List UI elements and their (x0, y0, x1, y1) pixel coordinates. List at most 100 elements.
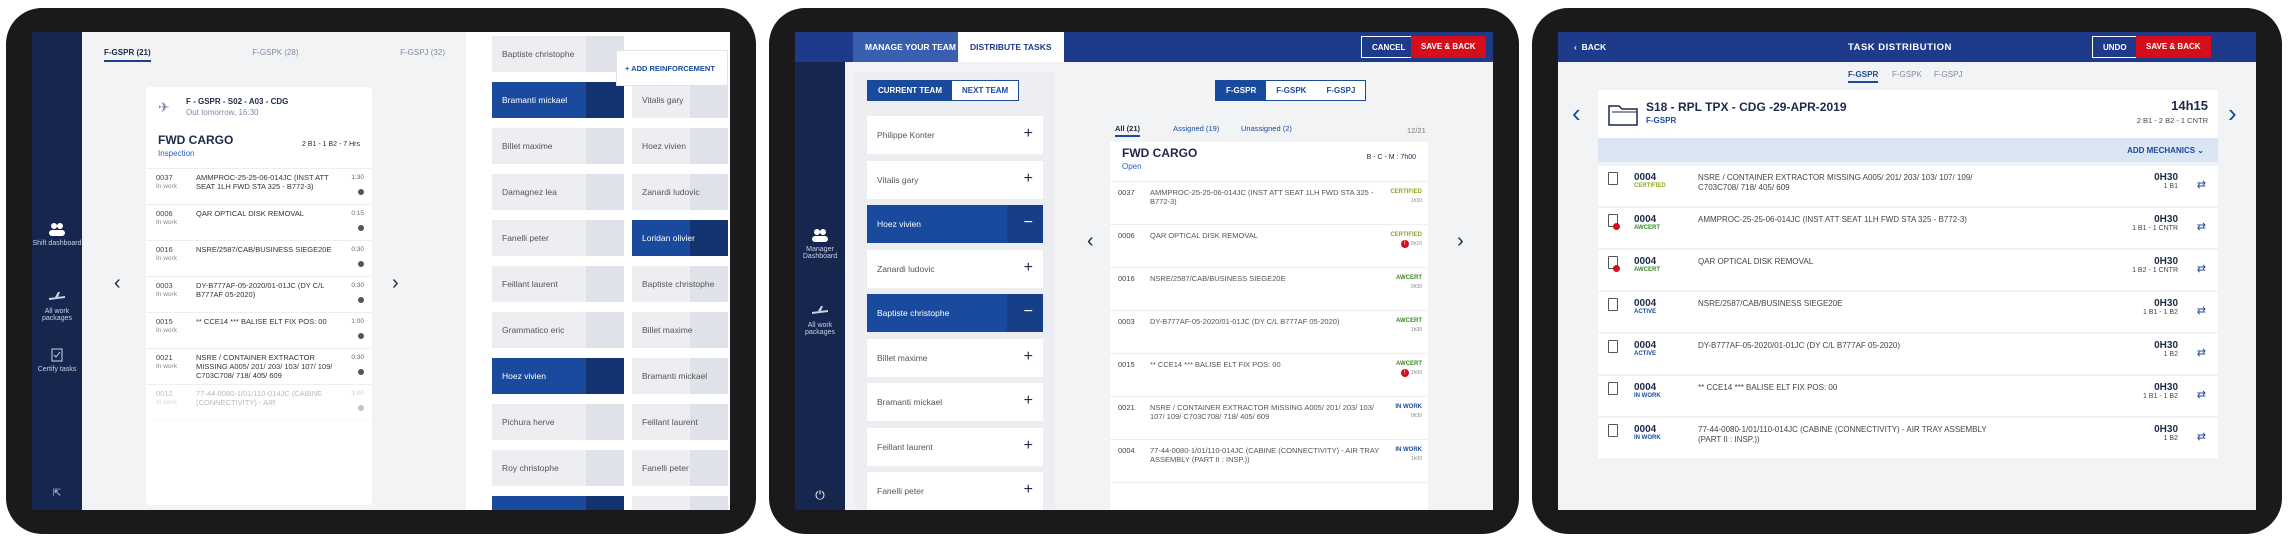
task-row[interactable]: 0037 AMMPROC-25-25-06-014JC (INST ATT SEA… (1110, 182, 1428, 225)
next-arrow-icon[interactable]: › (392, 272, 399, 295)
mechanic-card[interactable]: Grammatico eric (492, 312, 624, 348)
mechanic-card[interactable]: Roy christophe (492, 450, 624, 486)
team-member-row[interactable]: Zanardi ludovic + (867, 249, 1043, 288)
mechanic-card[interactable]: Loridan olivier (632, 220, 728, 256)
prev-arrow-icon[interactable]: ‹ (1572, 98, 1581, 129)
task-row[interactable]: 0015 In work ** CCE14 *** BALISE ELT FIX P… (146, 313, 372, 349)
plus-icon[interactable]: + (1024, 348, 1033, 366)
team-member-row[interactable]: Bramanti mickael + (867, 383, 1043, 421)
task-row[interactable]: 0003 DY-B777AF-05-2020/01-01JC (DY C/L B7… (1110, 311, 1428, 354)
mechanic-card[interactable]: Baptiste christophe (632, 266, 728, 302)
swap-icon[interactable]: ⇄ (2197, 388, 2206, 401)
add-reinforcement-button[interactable]: + ADD REINFORCEMENT (616, 50, 728, 86)
plus-icon[interactable]: + (1024, 170, 1033, 188)
back-button[interactable]: ‹ BACK (1574, 42, 1606, 52)
save-back-button[interactable]: SAVE & BACK (2136, 36, 2211, 58)
tab-distribute-tasks[interactable]: DISTRIBUTE TASKS (958, 32, 1064, 62)
aircraft-f-gspk[interactable]: F-GSPK (1266, 81, 1317, 100)
mechanic-card[interactable]: Bramanti mickael (632, 358, 728, 394)
certify-nav[interactable]: Certify tasks (32, 348, 82, 373)
task-row[interactable]: 0021 In work NSRE / CONTAINER EXTRACTOR MI… (146, 349, 372, 385)
task-row[interactable]: 0012 In work 77-44-0080-1/01/110-014JC (CA… (146, 385, 372, 421)
cancel-button[interactable]: CANCEL (1361, 36, 1417, 58)
task-row[interactable]: 0016 In work NSRE/2587/CAB/BUSINESS SIEGE2… (146, 241, 372, 277)
mechanic-card[interactable]: Feillant laurent (492, 266, 624, 302)
task-row[interactable]: 0004 AWCERT AMMPROC-25-25-06-014JC (INST A… (1598, 208, 2218, 248)
mechanic-card[interactable]: Damagnez lea (492, 174, 624, 210)
info-icon[interactable] (358, 225, 364, 231)
minus-icon[interactable]: − (1024, 303, 1033, 321)
info-icon[interactable] (358, 261, 364, 267)
task-row[interactable]: 0015 ** CCE14 *** BALISE ELT FIX POS: 00 A… (1110, 354, 1428, 397)
add-mechanics-button[interactable]: ADD MECHANICS ⌄ (1598, 138, 2218, 162)
work-packages-nav[interactable]: All work packages (32, 290, 82, 322)
shift-dashboard-nav[interactable]: Shift dashboard (32, 222, 82, 247)
logout-icon[interactable]: ⇱ (32, 488, 82, 499)
manager-dashboard-nav[interactable]: Manager Dashboard (795, 228, 845, 260)
minus-icon[interactable]: − (1024, 214, 1033, 232)
next-arrow-icon[interactable]: › (1457, 230, 1464, 253)
task-row[interactable]: 0003 In work DY-B777AF-05-2020/01-01JC (DY… (146, 277, 372, 313)
tab-f-gspk[interactable]: F-GSPK (1892, 70, 1922, 79)
mechanic-card[interactable]: Baptiste christophe (492, 36, 624, 72)
swap-icon[interactable]: ⇄ (2197, 346, 2206, 359)
mechanic-card[interactable]: Hoez vivien (632, 128, 728, 164)
swap-icon[interactable]: ⇄ (2197, 220, 2206, 233)
plus-icon[interactable]: + (1024, 437, 1033, 455)
swap-icon[interactable]: ⇄ (2197, 304, 2206, 317)
mechanic-card[interactable]: Vitalis gary (632, 82, 728, 118)
tab-f-gspr[interactable]: F-GSPR (21) (104, 48, 151, 62)
tab-f-gspj[interactable]: F-GSPJ (1934, 70, 1962, 79)
filter-all[interactable]: All (21) (1115, 124, 1141, 137)
current-team-toggle[interactable]: CURRENT TEAM (868, 81, 952, 100)
mechanic-card[interactable]: Fanelli peter (492, 220, 624, 256)
task-row[interactable]: 0006 QAR OPTICAL DISK REMOVAL CERTIFIED! 0h… (1110, 225, 1428, 268)
swap-icon[interactable]: ⇄ (2197, 262, 2206, 275)
tab-f-gspk[interactable]: F-GSPK (28) (252, 48, 298, 62)
prev-arrow-icon[interactable]: ‹ (114, 272, 121, 295)
mechanic-card[interactable]: Fanelli peter (632, 450, 728, 486)
info-icon[interactable] (358, 189, 364, 195)
mechanic-card[interactable]: Billet maxime (632, 312, 728, 348)
task-row[interactable]: 0004 ACTIVE NSRE/2587/CAB/BUSINESS SIEGE20… (1598, 292, 2218, 332)
task-row[interactable]: 0004 77-44-0080-1/01/110-014JC (CABINE (C… (1110, 440, 1428, 483)
team-member-row[interactable]: Fanelli peter + (867, 472, 1043, 510)
filter-assigned[interactable]: Assigned (19) (1173, 124, 1219, 133)
next-team-toggle[interactable]: NEXT TEAM (952, 81, 1019, 100)
tab-manage-team[interactable]: MANAGE YOUR TEAM (853, 32, 968, 62)
filter-unassigned[interactable]: Unassigned (2) (1241, 124, 1292, 133)
swap-icon[interactable]: ⇄ (2197, 178, 2206, 191)
aircraft-f-gspr[interactable]: F-GSPR (1216, 81, 1267, 100)
task-row[interactable]: 0004 IN WORK 77-44-0080-1/01/110-014JC (CA… (1598, 418, 2218, 458)
plus-icon[interactable]: + (1024, 259, 1033, 277)
team-member-row[interactable]: Billet maxime + (867, 338, 1043, 377)
mechanic-card[interactable]: Feillant laurent (632, 404, 728, 440)
task-row[interactable]: 0021 NSRE / CONTAINER EXTRACTOR MISSING A… (1110, 397, 1428, 440)
aircraft-f-gspj[interactable]: F-GSPJ (1316, 81, 1366, 100)
team-member-row[interactable]: Hoez vivien − (867, 205, 1043, 243)
tab-f-gspr[interactable]: F-GSPR (1848, 70, 1879, 83)
team-member-row[interactable]: Vitalis gary + (867, 160, 1043, 199)
info-icon[interactable] (358, 405, 364, 411)
info-icon[interactable] (358, 333, 364, 339)
mechanic-card[interactable]: Billet maxime (492, 128, 624, 164)
task-row[interactable]: 0004 ACTIVE DY-B777AF-05-2020/01-01JC (DY … (1598, 334, 2218, 374)
plus-icon[interactable]: + (1024, 481, 1033, 499)
plus-icon[interactable]: + (1024, 125, 1033, 143)
info-icon[interactable] (358, 369, 364, 375)
tab-f-gspj[interactable]: F-GSPJ (32) (400, 48, 445, 62)
team-member-row[interactable]: Baptiste christophe − (867, 294, 1043, 332)
work-packages-nav[interactable]: All work packages (795, 304, 845, 336)
prev-arrow-icon[interactable]: ‹ (1087, 230, 1094, 253)
task-row[interactable]: 0004 CERTIFIED NSRE / CONTAINER EXTRACTOR … (1598, 166, 2218, 206)
team-member-row[interactable]: Feillant laurent + (867, 427, 1043, 466)
undo-button[interactable]: UNDO (2092, 36, 2138, 58)
mechanic-card[interactable]: Bramanti mickael (492, 82, 624, 118)
next-arrow-icon[interactable]: › (2228, 98, 2237, 129)
swap-icon[interactable]: ⇄ (2197, 430, 2206, 443)
team-member-row[interactable]: Philippe Konter + (867, 116, 1043, 154)
mechanic-card[interactable]: Zanardi ludovic (632, 174, 728, 210)
task-row[interactable]: 0016 NSRE/2587/CAB/BUSINESS SIEGE20E AWCER… (1110, 268, 1428, 311)
plus-icon[interactable]: + (1024, 392, 1033, 410)
mechanic-card[interactable]: Damagnez lea (632, 496, 728, 510)
